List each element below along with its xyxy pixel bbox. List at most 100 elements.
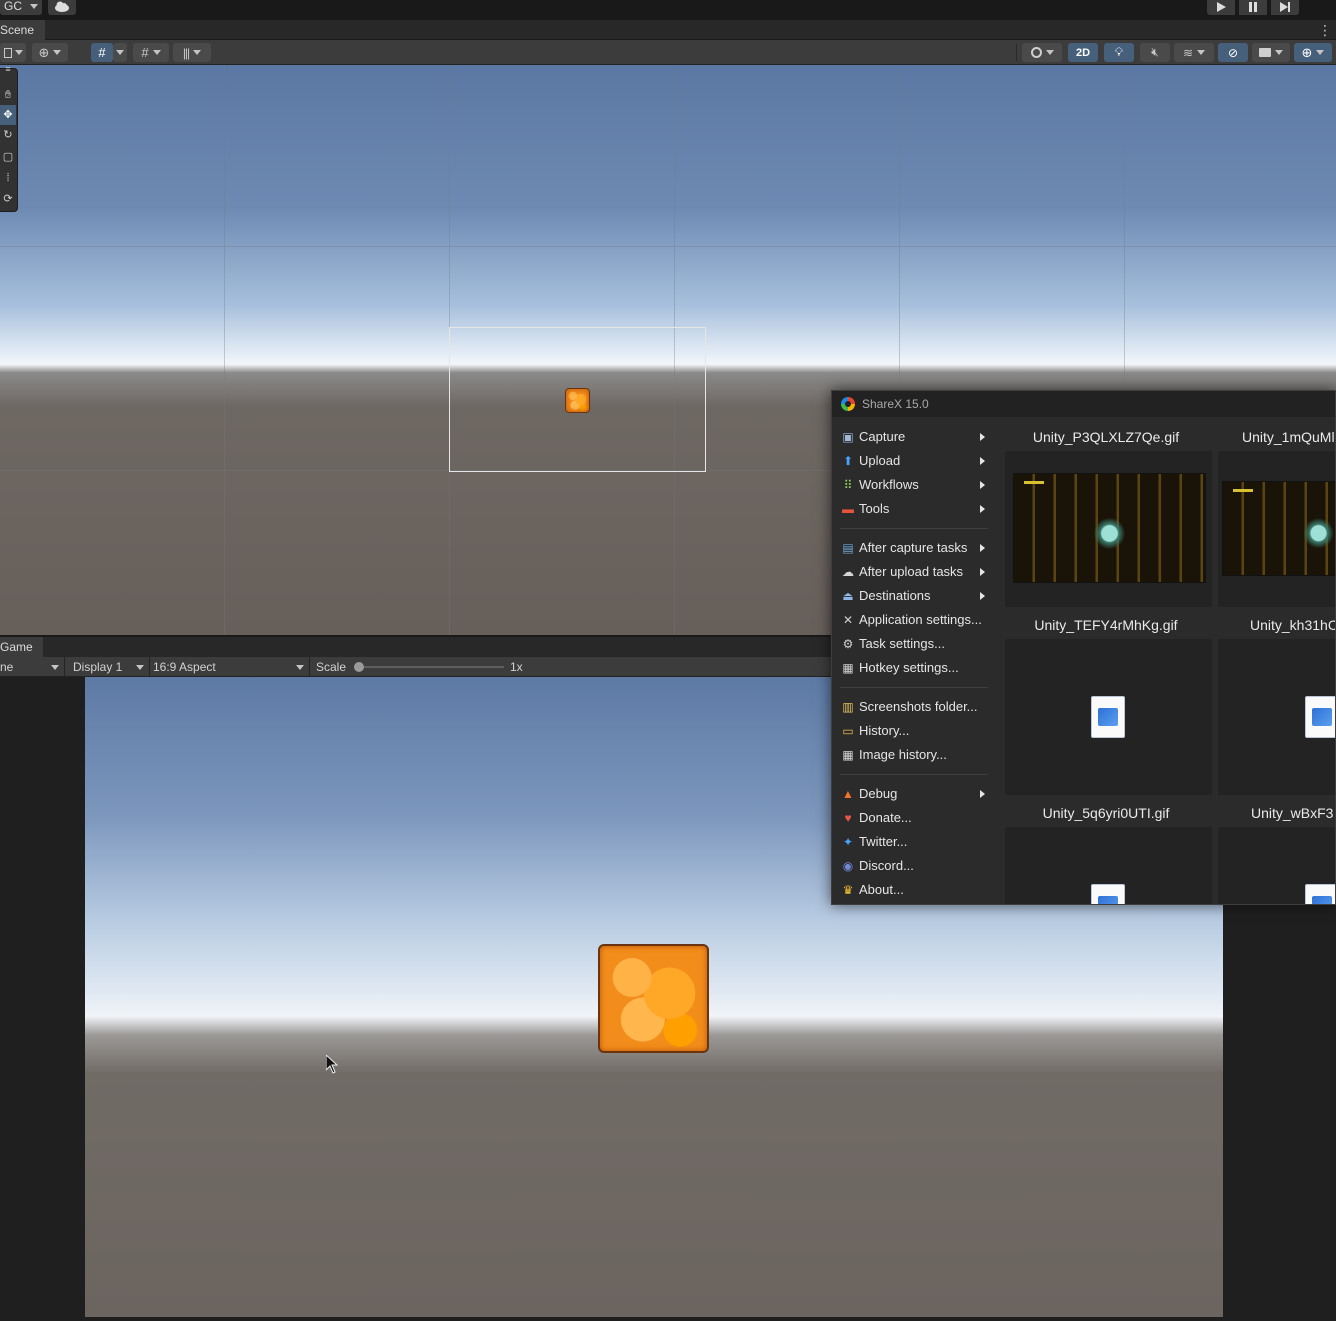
thumbnail-name[interactable]: Unity_TEFY4rMhKg.gif bbox=[1006, 615, 1206, 635]
game-mode-dropdown[interactable]: ne bbox=[0, 658, 62, 676]
keyboard-icon: ▦ bbox=[842, 661, 854, 675]
rect-tool-icon[interactable]: ⁞ bbox=[0, 168, 16, 188]
scale-slider-thumb[interactable] bbox=[354, 662, 364, 672]
scale-value: 1x bbox=[510, 660, 523, 674]
grid-visibility-dropdown[interactable]: # bbox=[133, 43, 169, 62]
menu-item-label: Upload bbox=[859, 453, 901, 468]
preview-health-bar bbox=[1233, 489, 1253, 492]
camera-mode-dropdown[interactable] bbox=[1022, 43, 1062, 62]
draw-mode-dropdown[interactable] bbox=[0, 43, 26, 62]
menu-item-after-capture-tasks[interactable]: ▤ After capture tasks bbox=[837, 536, 987, 560]
thumbnail-tile[interactable] bbox=[1005, 639, 1212, 795]
thumbnail-name[interactable]: Unity_wBxF3 bbox=[1244, 803, 1335, 823]
thumbnail-name[interactable]: Unity_P3QLXLZ7Qe.gif bbox=[1006, 427, 1206, 447]
menu-item-discord[interactable]: ◉ Discord... bbox=[837, 854, 987, 878]
hidden-objects-toggle[interactable]: ⊘ bbox=[1218, 43, 1248, 62]
cloud-button[interactable] bbox=[48, 0, 76, 15]
effects-dropdown[interactable]: ≋ bbox=[1174, 43, 1214, 62]
audio-toggle[interactable]: 🔇︎ bbox=[1140, 43, 1170, 62]
menu-item-label: Hotkey settings... bbox=[859, 660, 959, 675]
menu-item-label: Donate... bbox=[859, 810, 912, 825]
thumbnail-name[interactable]: Unity_5q6yri0UTI.gif bbox=[1006, 803, 1206, 823]
scale-tool-icon[interactable]: ▢ bbox=[0, 147, 16, 167]
increment-snap-dropdown[interactable]: ||| bbox=[173, 43, 211, 62]
chevron-down-icon bbox=[1197, 50, 1206, 55]
game-tab-bar: Game bbox=[0, 636, 832, 657]
camera-settings-dropdown[interactable] bbox=[1252, 43, 1290, 62]
thumbnail-tile[interactable] bbox=[1218, 827, 1335, 904]
menu-item-label: Screenshots folder... bbox=[859, 699, 978, 714]
menu-item-label: Task settings... bbox=[859, 636, 945, 651]
menu-item-upload[interactable]: ⬆ Upload bbox=[837, 449, 987, 473]
chevron-down-icon bbox=[30, 4, 39, 9]
tab-scene[interactable]: Scene bbox=[0, 20, 45, 40]
grid-snap-toggle[interactable]: # bbox=[91, 43, 113, 62]
menu-item-workflows[interactable]: ⠿ Workflows bbox=[837, 473, 987, 497]
step-button[interactable] bbox=[1271, 0, 1299, 15]
menu-item-screenshots-folder[interactable]: ▥ Screenshots folder... bbox=[837, 695, 987, 719]
menu-item-task-settings[interactable]: ⚙ Task settings... bbox=[837, 632, 987, 656]
mode-2d-toggle[interactable]: 2D bbox=[1068, 43, 1098, 62]
hand-tool-icon[interactable]: ✋︎ bbox=[0, 85, 16, 105]
menu-item-hotkey-settings[interactable]: ▦ Hotkey settings... bbox=[837, 656, 987, 680]
play-button[interactable] bbox=[1207, 0, 1235, 15]
menu-item-twitter[interactable]: ✦ Twitter... bbox=[837, 830, 987, 854]
chevron-down-icon bbox=[116, 50, 124, 55]
sharex-logo-icon bbox=[841, 397, 855, 411]
submenu-arrow-icon bbox=[980, 790, 985, 798]
gizmos-dropdown[interactable]: ⊕ bbox=[1294, 43, 1332, 62]
folder-icon: ▥ bbox=[842, 700, 854, 714]
submenu-arrow-icon bbox=[980, 505, 985, 513]
pause-button[interactable] bbox=[1239, 0, 1267, 15]
grid-snap-dropdown[interactable] bbox=[113, 43, 127, 62]
thumbnail-tile[interactable] bbox=[1218, 639, 1335, 795]
image-history-icon: ▦ bbox=[842, 748, 854, 762]
scene-sprite-object[interactable] bbox=[565, 388, 590, 413]
menu-item-after-upload-tasks[interactable]: ☁ After upload tasks bbox=[837, 560, 987, 584]
destination-icon: ⏏ bbox=[842, 589, 854, 603]
thumbnail-name[interactable]: Unity_kh31hC bbox=[1244, 615, 1335, 635]
chevron-down-icon bbox=[136, 665, 144, 670]
tab-game[interactable]: Game bbox=[0, 637, 43, 657]
menu-item-image-history[interactable]: ▦ Image history... bbox=[837, 743, 987, 767]
more-options-icon[interactable]: ⋮ bbox=[1318, 22, 1332, 38]
mouse-cursor-icon bbox=[326, 1055, 338, 1074]
global-local-dropdown[interactable]: ⊕ bbox=[32, 43, 68, 62]
menu-item-label: Capture bbox=[859, 429, 906, 444]
menu-item-history[interactable]: ▭ History... bbox=[837, 719, 987, 743]
game-toolbar: ne Display 1 16:9 Aspect Scale 1x bbox=[0, 657, 832, 677]
account-dropdown[interactable]: GC bbox=[0, 0, 42, 15]
thumbnail-name[interactable]: Unity_1mQuMl bbox=[1236, 427, 1335, 447]
menu-item-label: Debug bbox=[859, 786, 898, 801]
toolbar-divider bbox=[149, 657, 150, 677]
transform-tool-icon[interactable]: ⟳ bbox=[0, 189, 16, 209]
camera-icon bbox=[1259, 48, 1271, 57]
menu-item-capture[interactable]: ▣ Capture bbox=[837, 425, 987, 449]
menu-item-donate[interactable]: ♥ Donate... bbox=[837, 806, 987, 830]
menu-item-application-settings[interactable]: ✕ Application settings... bbox=[837, 608, 987, 632]
scale-label: Scale bbox=[316, 660, 347, 674]
scene-toolbar: ⊕ # # ||| 2D 💡︎ 🔇︎ ≋ ⊘ ⊕ bbox=[0, 40, 1336, 65]
scale-slider-track[interactable] bbox=[356, 666, 504, 668]
thumbnail-tile[interactable] bbox=[1005, 827, 1212, 904]
cloud-icon: ☁ bbox=[842, 565, 854, 579]
lightbulb-icon: 💡︎ bbox=[1114, 45, 1124, 59]
menu-item-debug[interactable]: ▲ Debug bbox=[837, 782, 987, 806]
menu-item-label: Image history... bbox=[859, 747, 947, 762]
menu-item-tools[interactable]: ▬ Tools bbox=[837, 497, 987, 521]
menu-item-destinations[interactable]: ⏏ Destinations bbox=[837, 584, 987, 608]
display-dropdown[interactable]: Display 1 bbox=[73, 658, 147, 676]
palette-handle-icon[interactable]: ≡ bbox=[0, 63, 16, 75]
thumbnail-tile[interactable] bbox=[1218, 451, 1335, 607]
aspect-dropdown[interactable]: 16:9 Aspect bbox=[153, 658, 307, 676]
chevron-down-icon bbox=[1045, 50, 1054, 55]
rotate-tool-icon[interactable]: ↻ bbox=[0, 125, 16, 145]
history-icon: ▭ bbox=[842, 724, 854, 738]
move-tool-icon[interactable]: ✥ bbox=[0, 105, 16, 125]
menu-item-label: After capture tasks bbox=[859, 540, 968, 555]
game-sprite-object bbox=[598, 944, 709, 1053]
ruler-icon: ||| bbox=[182, 45, 190, 60]
menu-item-about[interactable]: ♛ About... bbox=[837, 878, 987, 902]
lighting-toggle[interactable]: 💡︎ bbox=[1104, 43, 1134, 62]
thumbnail-tile[interactable] bbox=[1005, 451, 1212, 607]
